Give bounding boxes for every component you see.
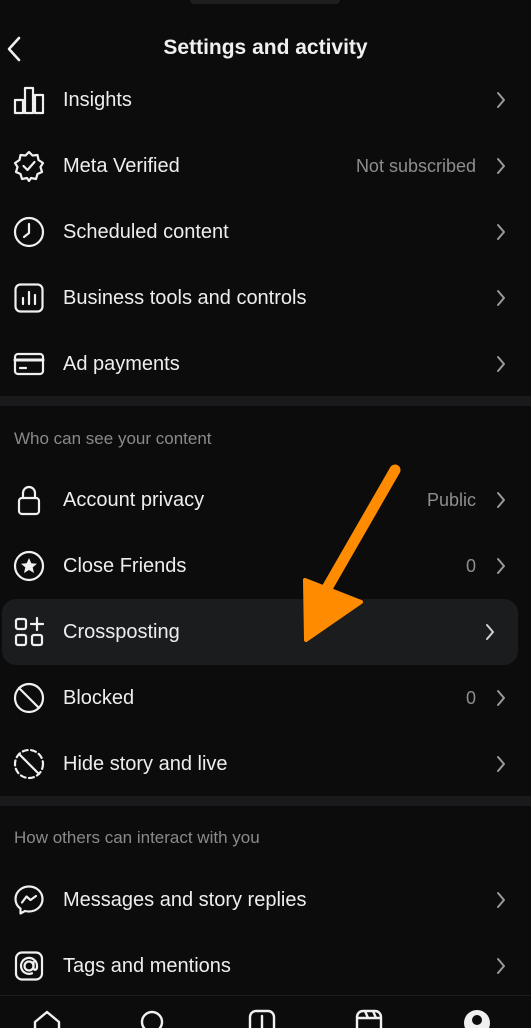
settings-row-messages[interactable]: Messages and story replies [0, 867, 531, 933]
chevron-right-icon [497, 92, 505, 108]
row-label: Blocked [63, 686, 135, 709]
reels-icon [355, 1009, 383, 1028]
nav-search[interactable] [138, 1008, 168, 1028]
at-sign-icon [14, 951, 44, 981]
hide-story-icon [13, 748, 45, 780]
settings-row-crossposting[interactable]: Crossposting [2, 599, 518, 665]
row-label: Business tools and controls [63, 286, 307, 309]
row-label: Close Friends [63, 554, 187, 577]
chevron-right-icon [497, 290, 505, 306]
row-label: Ad payments [63, 352, 180, 375]
chevron-right-icon [497, 158, 505, 174]
nav-home[interactable] [32, 1008, 62, 1028]
row-label: Messages and story replies [63, 888, 307, 911]
settings-row-account-privacy[interactable]: Account privacy Public [0, 467, 531, 533]
section-divider [0, 396, 531, 406]
row-label: Tags and mentions [63, 954, 231, 977]
chevron-right-icon [497, 224, 505, 240]
chevron-right-icon [497, 892, 505, 908]
bar-chart-icon [13, 86, 45, 115]
row-value: Public [426, 489, 476, 510]
grid-plus-icon [14, 616, 45, 647]
chevron-right-icon [497, 492, 505, 508]
chevron-right-icon [497, 690, 505, 706]
settings-row-scheduled-content[interactable]: Scheduled content [0, 199, 531, 265]
section-title-visibility: Who can see your content [14, 429, 212, 448]
settings-row-close-friends[interactable]: Close Friends 0 [0, 533, 531, 599]
settings-row-business-tools[interactable]: Business tools and controls [0, 265, 531, 331]
search-icon [140, 1010, 164, 1028]
nav-create[interactable] [247, 1008, 277, 1028]
chevron-right-icon [497, 356, 505, 372]
row-label: Crossposting [63, 620, 180, 643]
chart-box-icon [14, 283, 44, 313]
section-title-interaction: How others can interact with you [14, 828, 260, 847]
create-icon [248, 1009, 276, 1028]
clock-icon [13, 216, 45, 248]
page-title: Settings and activity [163, 36, 368, 59]
row-label: Account privacy [63, 488, 205, 511]
settings-row-meta-verified[interactable]: Meta Verified Not subscribed [0, 133, 531, 199]
chevron-right-icon [497, 756, 505, 772]
row-label: Meta Verified [63, 154, 180, 177]
star-circle-icon [13, 550, 45, 582]
row-label: Hide story and live [63, 752, 228, 775]
bottom-nav [0, 995, 531, 1028]
row-value: 0 [465, 555, 476, 576]
row-value: Not subscribed [355, 155, 476, 176]
row-value: 0 [465, 687, 476, 708]
messenger-icon [14, 885, 44, 915]
settings-row-insights[interactable]: Insights [0, 67, 531, 133]
settings-row-hide-story[interactable]: Hide story and live [0, 731, 531, 797]
blocked-icon [13, 682, 45, 714]
settings-row-ad-payments[interactable]: Ad payments [0, 331, 531, 397]
lock-icon [17, 485, 41, 516]
chevron-right-icon [497, 958, 505, 974]
row-label: Insights [63, 88, 132, 111]
nav-profile[interactable] [462, 1008, 492, 1028]
section-divider [0, 796, 531, 806]
verified-badge-icon [13, 150, 45, 182]
nav-reels[interactable] [354, 1008, 384, 1028]
chevron-right-icon [486, 624, 494, 640]
home-icon [33, 1010, 61, 1028]
row-label: Scheduled content [63, 220, 229, 243]
settings-row-tags-mentions[interactable]: Tags and mentions [0, 933, 531, 999]
chevron-right-icon [497, 558, 505, 574]
settings-row-blocked[interactable]: Blocked 0 [0, 665, 531, 731]
profile-icon [464, 1010, 490, 1028]
credit-card-icon [13, 352, 45, 376]
